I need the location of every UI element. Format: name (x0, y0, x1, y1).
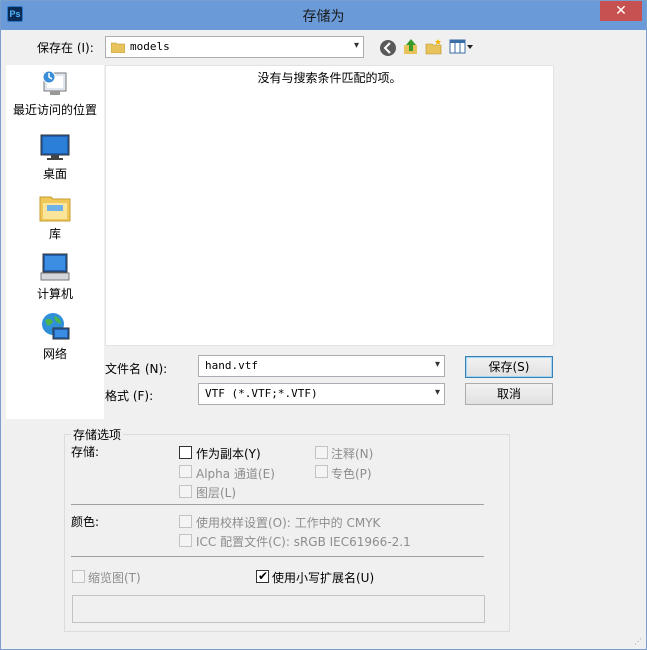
save-in-value: models (130, 40, 170, 53)
proof-label: 使用校样设置(O): 工作中的 CMYK (196, 516, 381, 530)
icc-checkbox (179, 534, 192, 547)
libraries-icon (39, 191, 71, 223)
view-menu-icon[interactable] (449, 39, 475, 57)
save-label: 存储: (71, 445, 100, 459)
up-folder-icon[interactable] (402, 38, 420, 56)
new-folder-icon[interactable] (425, 38, 443, 56)
filename-label: 文件名 (N): (105, 362, 168, 376)
cancel-button[interactable]: 取消 (465, 383, 553, 405)
window-title: 存储为 (302, 9, 345, 25)
alpha-label: Alpha 通道(E) (196, 467, 275, 481)
place-label: 最近访问的位置 (12, 103, 97, 117)
layers-checkbox (179, 485, 192, 498)
lowercase-checkbox[interactable]: ✔ (256, 569, 269, 583)
divider (71, 504, 484, 505)
place-label: 桌面 (42, 167, 67, 181)
file-list[interactable]: 没有与搜索条件匹配的项。 (105, 65, 554, 346)
place-desktop[interactable]: 桌面 (6, 131, 104, 182)
as-copy-checkbox[interactable] (179, 446, 192, 459)
folder-icon (110, 41, 126, 54)
thumbnail-label: 缩览图(T) (88, 571, 141, 585)
format-value: VTF (*.VTF;*.VTF) (205, 387, 318, 400)
checkmark-icon: ✔ (258, 569, 269, 583)
computer-icon (39, 251, 71, 283)
spot-label: 专色(P) (331, 467, 372, 481)
network-icon (39, 311, 71, 343)
save-as-dialog: Ps 存储为 ✕ 保存在 (I): models ▾ 最近访问的位置 桌面 库 … (0, 0, 647, 650)
empty-message: 没有与搜索条件匹配的项。 (257, 71, 402, 85)
save-button[interactable]: 保存(S) (465, 356, 553, 378)
description-box (72, 595, 485, 623)
filename-value: hand.vtf (205, 359, 258, 372)
filename-input[interactable]: hand.vtf ▾ (198, 355, 445, 377)
save-options-title: 存储选项 (71, 426, 124, 443)
place-recent[interactable]: 最近访问的位置 (6, 67, 104, 118)
place-label: 网络 (42, 347, 67, 361)
title-bar[interactable]: Ps 存储为 ✕ (1, 1, 646, 30)
close-button[interactable]: ✕ (600, 1, 642, 21)
resize-grip-icon[interactable]: ⋰ (634, 637, 642, 646)
place-computer[interactable]: 计算机 (6, 251, 104, 302)
layers-label: 图层(L) (196, 486, 237, 500)
back-icon[interactable] (379, 39, 397, 57)
save-in-dropdown[interactable]: models ▾ (105, 36, 364, 58)
place-label: 计算机 (36, 287, 73, 301)
thumbnail-checkbox (72, 570, 85, 583)
place-label: 库 (48, 227, 61, 241)
divider (71, 556, 484, 557)
as-copy-label[interactable]: 作为副本(Y) (196, 445, 261, 462)
recent-places-icon (39, 67, 71, 99)
icc-label: ICC 配置文件(C): sRGB IEC61966-2.1 (196, 535, 411, 549)
proof-checkbox (179, 515, 192, 528)
color-label: 颜色: (71, 515, 100, 529)
place-network[interactable]: 网络 (6, 311, 104, 362)
format-label: 格式 (F): (105, 389, 154, 403)
chevron-down-icon: ▾ (434, 387, 440, 398)
spot-checkbox (315, 465, 328, 478)
places-bar: 最近访问的位置 桌面 库 计算机 网络 (6, 65, 104, 419)
notes-checkbox (315, 446, 328, 459)
notes-label: 注释(N) (331, 447, 374, 461)
place-libraries[interactable]: 库 (6, 191, 104, 242)
format-dropdown[interactable]: VTF (*.VTF;*.VTF) ▾ (198, 383, 445, 405)
save-in-label: 保存在 (I): (37, 41, 94, 55)
desktop-icon (39, 131, 71, 163)
chevron-down-icon: ▾ (353, 40, 359, 51)
lowercase-label[interactable]: 使用小写扩展名(U) (272, 569, 374, 586)
alpha-checkbox (179, 465, 192, 478)
chevron-down-icon[interactable]: ▾ (435, 359, 440, 370)
